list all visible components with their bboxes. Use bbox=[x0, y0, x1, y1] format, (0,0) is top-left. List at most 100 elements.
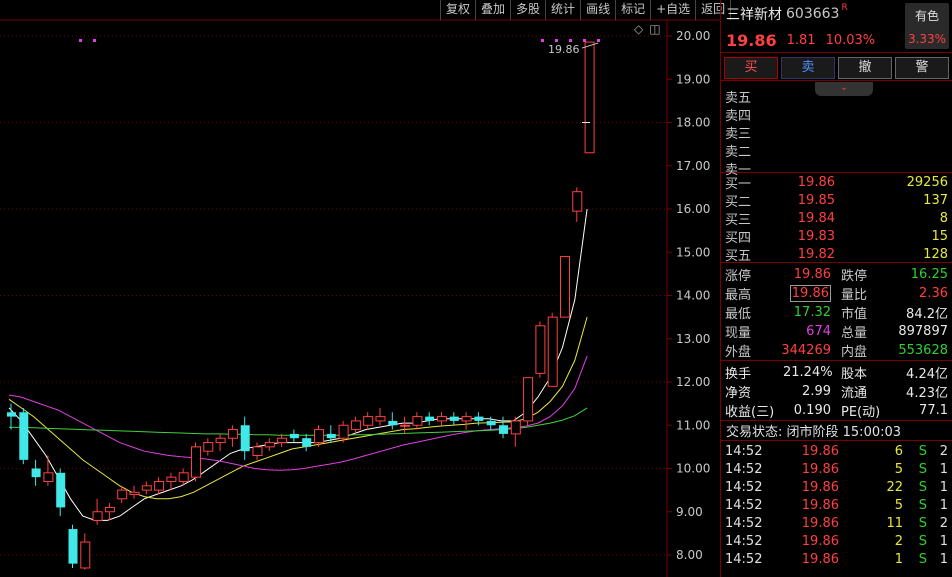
candle-body bbox=[154, 480, 165, 491]
candle-body bbox=[31, 468, 41, 478]
panel-toggle-icon[interactable]: ◫ bbox=[649, 22, 660, 36]
bid-row[interactable]: 买五 19.82 128 bbox=[721, 245, 952, 264]
tick-time: 14:52 bbox=[725, 497, 763, 513]
stat-value: 674 bbox=[763, 324, 831, 339]
marker-dot bbox=[569, 39, 572, 42]
candle-body bbox=[461, 416, 472, 422]
y-tick-label: 12.00 bbox=[676, 375, 710, 389]
tick-time: 14:52 bbox=[725, 443, 763, 459]
marker-dot bbox=[555, 39, 558, 42]
tick-count: 2 bbox=[939, 443, 948, 459]
cancel-order-button[interactable]: 撤 bbox=[838, 57, 892, 79]
trade-buttons: 买 卖 撤 警 bbox=[721, 52, 952, 80]
bid-row[interactable]: 买四 19.83 15 bbox=[721, 227, 952, 246]
ask-row: 卖二 bbox=[721, 141, 952, 160]
stock-name: 三祥新材 bbox=[726, 7, 782, 23]
stat-row: 换手 21.24% 股本 4.24亿 bbox=[721, 363, 952, 382]
stats-block-1: 涨停 19.86 跌停 16.25 最高 19.86 量比 2.36 最低 17.32 市值 84.2… bbox=[721, 262, 952, 360]
candle-body bbox=[547, 316, 558, 387]
toolbar-item[interactable]: 标记 bbox=[615, 0, 650, 20]
tick-row: 14:52 19.86 22 S 1 bbox=[721, 478, 952, 496]
candle-body bbox=[191, 446, 201, 478]
tick-price: 19.86 bbox=[801, 515, 839, 531]
stat-value: 17.32 bbox=[763, 305, 831, 320]
stat-key: 现量 bbox=[725, 326, 752, 341]
bid-book: 买一 19.86 29256 买二 19.85 137 买三 19.84 8 买四 19.83 15 买… bbox=[721, 172, 952, 264]
candle-body bbox=[129, 491, 140, 495]
y-tick-label: 11.00 bbox=[676, 418, 710, 432]
bid-volume: 15 bbox=[931, 228, 948, 244]
toolbar-item[interactable]: 多股 bbox=[510, 0, 545, 20]
stat-row: 净资 2.99 流通 4.23亿 bbox=[721, 382, 952, 401]
tick-price: 19.86 bbox=[801, 497, 839, 513]
tick-row: 14:52 19.86 6 S 2 bbox=[721, 442, 952, 460]
bid-price: 19.85 bbox=[797, 192, 835, 208]
candle-body bbox=[572, 191, 583, 212]
candle-body bbox=[43, 472, 54, 482]
candle-body bbox=[510, 420, 521, 435]
stat-value-2: 4.24亿 bbox=[906, 367, 948, 382]
tick-price: 19.86 bbox=[801, 533, 839, 549]
tick-side: S bbox=[918, 497, 927, 513]
tick-side: S bbox=[918, 533, 927, 549]
candle-body bbox=[499, 425, 508, 434]
candle-body bbox=[326, 433, 336, 439]
bid-volume: 128 bbox=[923, 246, 948, 262]
price-change: 1.81 bbox=[786, 32, 816, 48]
ask-row: 卖四 bbox=[721, 105, 952, 124]
stat-value: 344269 bbox=[763, 343, 831, 358]
candle-body bbox=[117, 489, 128, 500]
candle-body bbox=[314, 429, 324, 444]
bid-price: 19.86 bbox=[797, 174, 835, 190]
stat-row: 收益(三) 0.190 PE(动) 77.1 bbox=[721, 401, 952, 420]
sector-tag[interactable]: 有色 3.33% bbox=[905, 3, 949, 49]
expand-chevron-icon[interactable]: ⌄ bbox=[815, 82, 873, 96]
tick-price: 19.86 bbox=[801, 461, 839, 477]
y-tick-label: 17.00 bbox=[676, 159, 710, 173]
tick-time: 14:52 bbox=[725, 515, 763, 531]
tick-volume: 11 bbox=[886, 515, 903, 531]
y-tick-label: 18.00 bbox=[676, 116, 710, 130]
bid-row[interactable]: 买一 19.86 29256 bbox=[721, 173, 952, 192]
stat-value-2: 897897 bbox=[898, 324, 948, 339]
bid-label: 买五 bbox=[725, 248, 752, 264]
tick-time: 14:52 bbox=[725, 533, 763, 549]
toolbar-item[interactable]: 叠加 bbox=[475, 0, 510, 20]
tick-volume: 5 bbox=[894, 461, 903, 477]
stat-value: 19.86 bbox=[763, 267, 831, 282]
stat-value-2: 553628 bbox=[898, 343, 948, 358]
tick-row: 14:52 19.86 2 S 1 bbox=[721, 532, 952, 550]
tick-side: S bbox=[918, 461, 927, 477]
diamond-icon[interactable]: ◇ bbox=[634, 22, 643, 36]
toolbar-item[interactable]: 统计 bbox=[545, 0, 580, 20]
bid-volume: 8 bbox=[939, 210, 948, 226]
bid-label: 买二 bbox=[725, 194, 752, 210]
chart-toolbar: 复权 叠加 多股 统计 画线 标记 +自选 返回 bbox=[440, 0, 732, 20]
ask-label: 卖三 bbox=[725, 126, 752, 142]
ask-label: 卖二 bbox=[725, 144, 752, 160]
bid-row[interactable]: 买三 19.84 8 bbox=[721, 209, 952, 228]
bid-row[interactable]: 买二 19.85 137 bbox=[721, 191, 952, 210]
toolbar-item[interactable]: 画线 bbox=[580, 0, 615, 20]
stat-value-text: 19.86 bbox=[793, 267, 831, 282]
stat-value: 21.24% bbox=[783, 365, 833, 380]
alert-button[interactable]: 警 bbox=[895, 57, 949, 79]
toolbar-item[interactable]: 复权 bbox=[440, 0, 475, 20]
candle-body bbox=[302, 438, 312, 447]
buy-button[interactable]: 买 bbox=[724, 57, 778, 79]
tick-count: 1 bbox=[939, 533, 948, 549]
tick-time: 14:52 bbox=[725, 461, 763, 477]
price-pct: 10.03% bbox=[825, 32, 876, 48]
candle-body bbox=[68, 529, 78, 564]
sell-button[interactable]: 卖 bbox=[781, 57, 835, 79]
candle-body bbox=[584, 41, 595, 154]
y-tick-label: 19.00 bbox=[676, 72, 710, 86]
kline-chart[interactable]: 20.00 19.00 18.00 17.00 16.00 15.00 14.00 13.00… bbox=[0, 0, 720, 577]
candle-body bbox=[338, 424, 349, 439]
stat-value: 2.99 bbox=[802, 384, 831, 399]
toolbar-item[interactable]: +自选 bbox=[650, 0, 695, 20]
candle-body bbox=[80, 541, 91, 569]
candle-body bbox=[523, 377, 534, 422]
stat-value-2: 4.23亿 bbox=[906, 386, 948, 401]
candle-body bbox=[178, 472, 189, 482]
